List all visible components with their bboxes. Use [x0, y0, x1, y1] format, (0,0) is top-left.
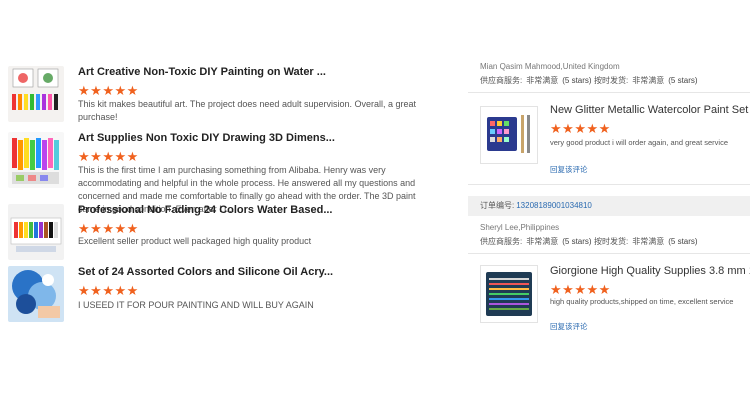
star-icon: ★ — [114, 283, 127, 298]
ontime-value: 非常满意 — [632, 76, 665, 85]
star-icon: ★ — [102, 83, 115, 98]
star-icon: ★ — [102, 221, 115, 236]
star-icon: ★ — [550, 121, 563, 136]
review-product-title[interactable]: Set of 24 Assorted Colors and Silicone O… — [78, 266, 448, 278]
review-item: Professional No Fading 24 Colors Water B… — [8, 204, 448, 260]
order-reviews-panel: Mian Qasim Mahmood,United Kingdom 供应商服务:… — [468, 0, 750, 400]
review-item: Art Supplies Non Toxic DIY Drawing 3D Di… — [8, 132, 448, 214]
divider — [468, 92, 750, 93]
reviewer-name: Mian Qasim Mahmood,United Kingdom — [480, 62, 620, 71]
star-icon: ★ — [102, 149, 115, 164]
reply-link[interactable]: 回复该评论 — [550, 164, 588, 175]
star-icon: ★ — [562, 121, 575, 136]
service-ratings: 供应商服务: 非常满意 (5 stars) 按时发货: 非常满意 (5 stars) — [480, 75, 750, 86]
ontime-value: 非常满意 — [632, 237, 665, 246]
star-icon: ★ — [90, 221, 103, 236]
star-icon: ★ — [562, 282, 575, 297]
star-icon: ★ — [586, 282, 599, 297]
star-icon: ★ — [90, 149, 103, 164]
star-icon: ★ — [78, 83, 91, 98]
star-icon: ★ — [114, 149, 127, 164]
product-reviews-list: Art Creative Non-Toxic DIY Painting on W… — [0, 0, 460, 400]
supplier-service-value: 非常满意 — [526, 237, 559, 246]
reviewed-product: New Glitter Metallic Watercolor Paint Se… — [480, 104, 750, 182]
star-icon: ★ — [78, 221, 91, 236]
star-icon: ★ — [598, 282, 611, 297]
supplier-service-value: 非常满意 — [526, 76, 559, 85]
order-number-label: 订单编号: — [480, 201, 515, 210]
order-number-bar: 订单编号: 132081890010348​10 — [468, 196, 750, 216]
star-icon: ★ — [598, 121, 611, 136]
star-icon: ★ — [574, 121, 587, 136]
supplier-service-label: 供应商服务: — [480, 76, 523, 85]
ontime-stars: (5 stars) — [668, 237, 698, 246]
product-title[interactable]: Giorgione High Quality Supplies 3.8 mm 1… — [550, 265, 750, 277]
rating-stars: ★★★★★ — [78, 82, 139, 98]
rating-stars: ★★★★★ — [78, 282, 139, 298]
star-icon: ★ — [78, 283, 91, 298]
star-icon: ★ — [550, 282, 563, 297]
star-icon: ★ — [114, 83, 127, 98]
product-thumbnail[interactable] — [8, 132, 64, 188]
review-text: I USEED IT FOR POUR PAINTING AND WILL BU… — [78, 300, 314, 310]
reply-link[interactable]: 回复该评论 — [550, 321, 588, 332]
review-product-title[interactable]: Professional No Fading 24 Colors Water B… — [78, 204, 448, 216]
star-icon: ★ — [114, 221, 127, 236]
review-text: very good product i will order again, an… — [550, 138, 729, 147]
order-number[interactable]: 132081890010348​10 — [516, 201, 592, 210]
product-thumbnail[interactable] — [480, 265, 538, 323]
product-thumbnail[interactable] — [480, 106, 538, 164]
review-item: Art Creative Non-Toxic DIY Painting on W… — [8, 66, 448, 126]
review-item: Set of 24 Assorted Colors and Silicone O… — [8, 266, 448, 326]
product-thumbnail[interactable] — [8, 204, 64, 260]
reviewed-product: Giorgione High Quality Supplies 3.8 mm 1… — [480, 265, 750, 335]
star-icon: ★ — [126, 83, 139, 98]
review-text: This kit makes beautiful art. The projec… — [78, 99, 417, 122]
supplier-service-stars: (5 stars) — [562, 237, 592, 246]
star-icon: ★ — [574, 282, 587, 297]
star-icon: ★ — [126, 283, 139, 298]
product-thumbnail[interactable] — [8, 66, 64, 122]
product-thumbnail[interactable] — [8, 266, 64, 322]
reviewer-name: Sheryl Lee,Philippines — [480, 223, 560, 232]
star-icon: ★ — [90, 83, 103, 98]
star-icon: ★ — [102, 283, 115, 298]
product-title[interactable]: New Glitter Metallic Watercolor Paint Se… — [550, 104, 750, 116]
divider — [468, 253, 750, 254]
rating-stars: ★★★★★ — [78, 220, 139, 236]
review-product-title[interactable]: Art Supplies Non Toxic DIY Drawing 3D Di… — [78, 132, 448, 144]
divider — [468, 184, 750, 185]
ontime-stars: (5 stars) — [668, 76, 698, 85]
review-text: high quality products,shipped on time, e… — [550, 297, 734, 306]
star-icon: ★ — [126, 149, 139, 164]
rating-stars: ★★★★★ — [78, 148, 139, 164]
supplier-service-label: 供应商服务: — [480, 237, 523, 246]
star-icon: ★ — [586, 121, 599, 136]
service-ratings: 供应商服务: 非常满意 (5 stars) 按时发货: 非常满意 (5 stars) — [480, 236, 750, 247]
review-text: Excellent seller product well packaged h… — [78, 236, 312, 246]
review-product-title[interactable]: Art Creative Non-Toxic DIY Painting on W… — [78, 66, 448, 78]
star-icon: ★ — [90, 283, 103, 298]
star-icon: ★ — [126, 221, 139, 236]
star-icon: ★ — [78, 149, 91, 164]
supplier-service-stars: (5 stars) — [562, 76, 592, 85]
ontime-label: 按时发货: — [594, 237, 629, 246]
ontime-label: 按时发货: — [594, 76, 629, 85]
rating-stars: ★★★★★ — [550, 120, 611, 138]
